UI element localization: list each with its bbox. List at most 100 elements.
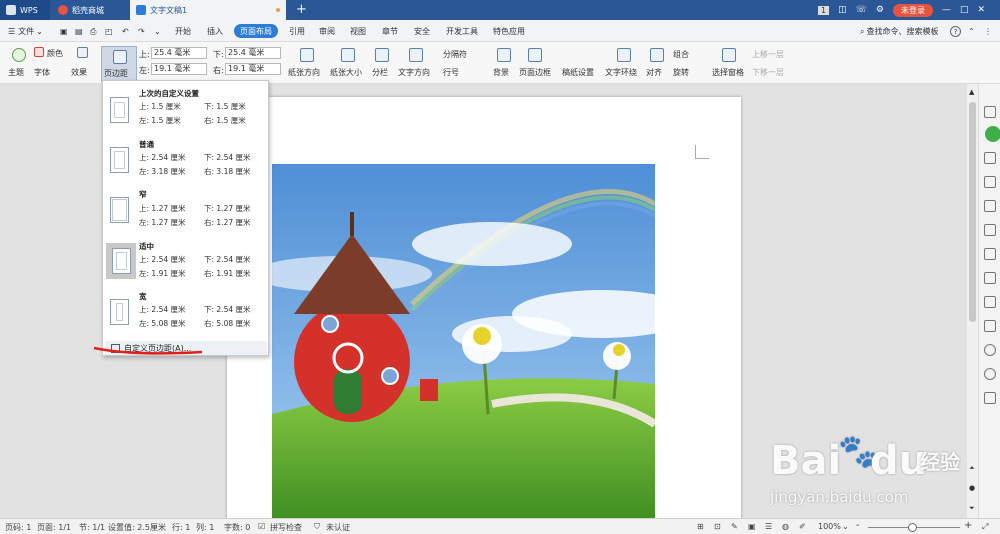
effects-button[interactable]: 效果 <box>71 67 87 78</box>
bring-forward-button[interactable]: 上移一层 <box>752 49 784 60</box>
spell-check-button[interactable]: 拼写检查 <box>270 522 302 533</box>
scroll-up-icon[interactable]: ▲ <box>969 88 974 96</box>
column-number[interactable]: 列: 1 <box>196 522 214 533</box>
assistant-icon[interactable] <box>985 126 1000 142</box>
new-tab-button[interactable]: + <box>296 2 307 17</box>
split-view-icon[interactable]: ⊡ <box>714 522 721 531</box>
menu-view[interactable]: 视图 <box>350 25 366 38</box>
vertical-scrollbar[interactable]: ▲ ⏶ ● ⏷ <box>967 84 978 518</box>
set-value[interactable]: 设置值: 2.5厘米 <box>108 522 166 533</box>
section-number[interactable]: 节: 1/1 <box>79 522 105 533</box>
theme-button[interactable]: 主题 <box>8 67 24 78</box>
left-margin-field[interactable]: 19.1 毫米 <box>151 63 207 75</box>
menu-chapter[interactable]: 章节 <box>382 25 398 38</box>
tools-icon[interactable] <box>984 392 996 404</box>
command-search[interactable]: ⌕ 查找命令、搜索模板 <box>860 25 938 38</box>
zoom-in-button[interactable]: + <box>964 520 972 531</box>
theme-icon[interactable] <box>12 48 26 62</box>
zoom-out-button[interactable]: - <box>856 520 860 531</box>
translate-icon[interactable] <box>984 296 996 308</box>
bottom-margin-field[interactable]: 25.4 毫米 <box>225 47 281 59</box>
page-number[interactable]: 页码: 1 <box>5 522 31 533</box>
previous-page-icon[interactable]: ⏶ <box>969 464 975 473</box>
save-icon[interactable]: ▣ <box>60 25 68 38</box>
preset-wide[interactable]: 宽 上: 2.54 厘米 下: 2.54 厘米 左: 5.08 厘米 右: 5.… <box>105 289 267 337</box>
columns-button[interactable]: 分栏 <box>372 67 388 78</box>
certification-status[interactable]: 未认证 <box>326 522 350 533</box>
selection-pane-button[interactable]: 选择窗格 <box>712 67 744 78</box>
rotate-button[interactable]: 旋转 <box>673 67 689 78</box>
menu-special-apps[interactable]: 特色应用 <box>493 25 525 38</box>
picture-icon[interactable] <box>984 320 996 332</box>
menu-start[interactable]: 开始 <box>175 25 191 38</box>
edit-icon[interactable] <box>984 106 996 118</box>
menu-review[interactable]: 审阅 <box>319 25 335 38</box>
fit-page-icon[interactable]: ⤢ <box>982 522 988 532</box>
zoom-level[interactable]: 100% <box>818 522 841 531</box>
preset-last-custom[interactable]: 上次的自定义设置 上: 1.5 厘米 下: 1.5 厘米 左: 1.5 厘米 右… <box>105 85 267 133</box>
print-icon[interactable]: ⎙ <box>90 25 96 38</box>
help-icon[interactable]: ? <box>950 26 961 37</box>
menu-page-layout[interactable]: 页面布局 <box>234 24 278 38</box>
margins-button[interactable]: 页边距 <box>101 46 137 82</box>
redo-icon[interactable]: ↷ <box>138 25 145 38</box>
row-number[interactable]: 行: 1 <box>172 522 190 533</box>
next-page-icon[interactable]: ⏷ <box>969 504 975 513</box>
right-margin-field[interactable]: 19.1 毫米 <box>225 63 281 75</box>
share-icon[interactable] <box>984 272 996 284</box>
zoom-dropdown-icon[interactable]: ⌄ <box>842 522 849 531</box>
menu-security[interactable]: 安全 <box>414 25 430 38</box>
top-margin-field[interactable]: 25.4 毫米 <box>151 47 207 59</box>
wrap-text-button[interactable]: 文字环绕 <box>605 67 637 78</box>
maximize-icon[interactable]: □ <box>960 5 969 15</box>
collapse-ribbon-icon[interactable]: ⌃ <box>968 25 975 38</box>
scroll-thumb[interactable] <box>969 102 976 322</box>
close-icon[interactable]: ✕ <box>977 5 985 15</box>
shapes-icon[interactable] <box>984 152 996 164</box>
page-count[interactable]: 页面: 1/1 <box>37 522 71 533</box>
group-button[interactable]: 组合 <box>673 49 689 60</box>
preset-narrow[interactable]: 窄 上: 1.27 厘米 下: 1.27 厘米 左: 1.27 厘米 右: 1.… <box>105 187 267 237</box>
reading-mode-icon[interactable]: ⊞ <box>697 522 704 531</box>
undo-icon[interactable]: ↶ <box>122 25 129 38</box>
tab-wps[interactable]: WPS <box>0 0 50 20</box>
page-border-button[interactable]: 页面边框 <box>519 67 551 78</box>
print-preview-icon[interactable]: ◰ <box>105 25 113 38</box>
skin-icon[interactable]: ◫ <box>838 5 847 15</box>
history-icon[interactable] <box>984 368 996 380</box>
menu-references[interactable]: 引用 <box>289 25 305 38</box>
preset-moderate[interactable]: 适中 上: 2.54 厘米 下: 2.54 厘米 左: 1.91 厘米 右: 1… <box>105 239 267 287</box>
library-icon[interactable] <box>984 200 996 212</box>
word-count[interactable]: 字数: 0 <box>224 522 250 533</box>
adjust-icon[interactable] <box>984 176 996 188</box>
settings-icon[interactable]: ⚙ <box>876 5 884 15</box>
align-button[interactable]: 对齐 <box>646 67 662 78</box>
line-numbers-button[interactable]: 行号 <box>443 67 459 78</box>
badge-count[interactable]: 1 <box>818 5 830 15</box>
message-icon[interactable]: ☏ <box>856 5 867 15</box>
background-button[interactable]: 背景 <box>493 67 509 78</box>
layout-icon[interactable] <box>984 248 996 260</box>
edit-mode-icon[interactable]: ✎ <box>731 522 738 531</box>
menu-developer[interactable]: 开发工具 <box>446 25 478 38</box>
more-icon[interactable]: ⌄ <box>154 25 161 38</box>
fonts-button[interactable]: 字体 <box>34 67 50 78</box>
export-pdf-icon[interactable]: ▤ <box>75 25 83 38</box>
login-button[interactable]: 未登录 <box>892 3 933 17</box>
ribbon-options-icon[interactable]: ⋮ <box>984 25 992 38</box>
inserted-picture[interactable] <box>272 164 655 520</box>
minimize-icon[interactable]: — <box>942 5 951 15</box>
select-browse-object-icon[interactable]: ● <box>969 484 975 492</box>
zoom-slider-handle[interactable] <box>908 523 917 532</box>
send-backward-button[interactable]: 下移一层 <box>752 67 784 78</box>
menu-insert[interactable]: 插入 <box>207 25 223 38</box>
page-view-icon[interactable]: ▣ <box>748 522 756 531</box>
grid-paper-button[interactable]: 稿纸设置 <box>562 67 594 78</box>
web-view-icon[interactable]: ◍ <box>782 522 789 531</box>
breaks-button[interactable]: 分隔符 <box>443 49 467 60</box>
paper-size-button[interactable]: 纸张大小 <box>330 67 362 78</box>
download-icon[interactable] <box>984 344 996 356</box>
orientation-button[interactable]: 纸张方向 <box>288 67 320 78</box>
tab-document[interactable]: 文字文稿1 <box>130 0 286 20</box>
tab-docer-store[interactable]: 稻壳商城 <box>52 0 128 20</box>
